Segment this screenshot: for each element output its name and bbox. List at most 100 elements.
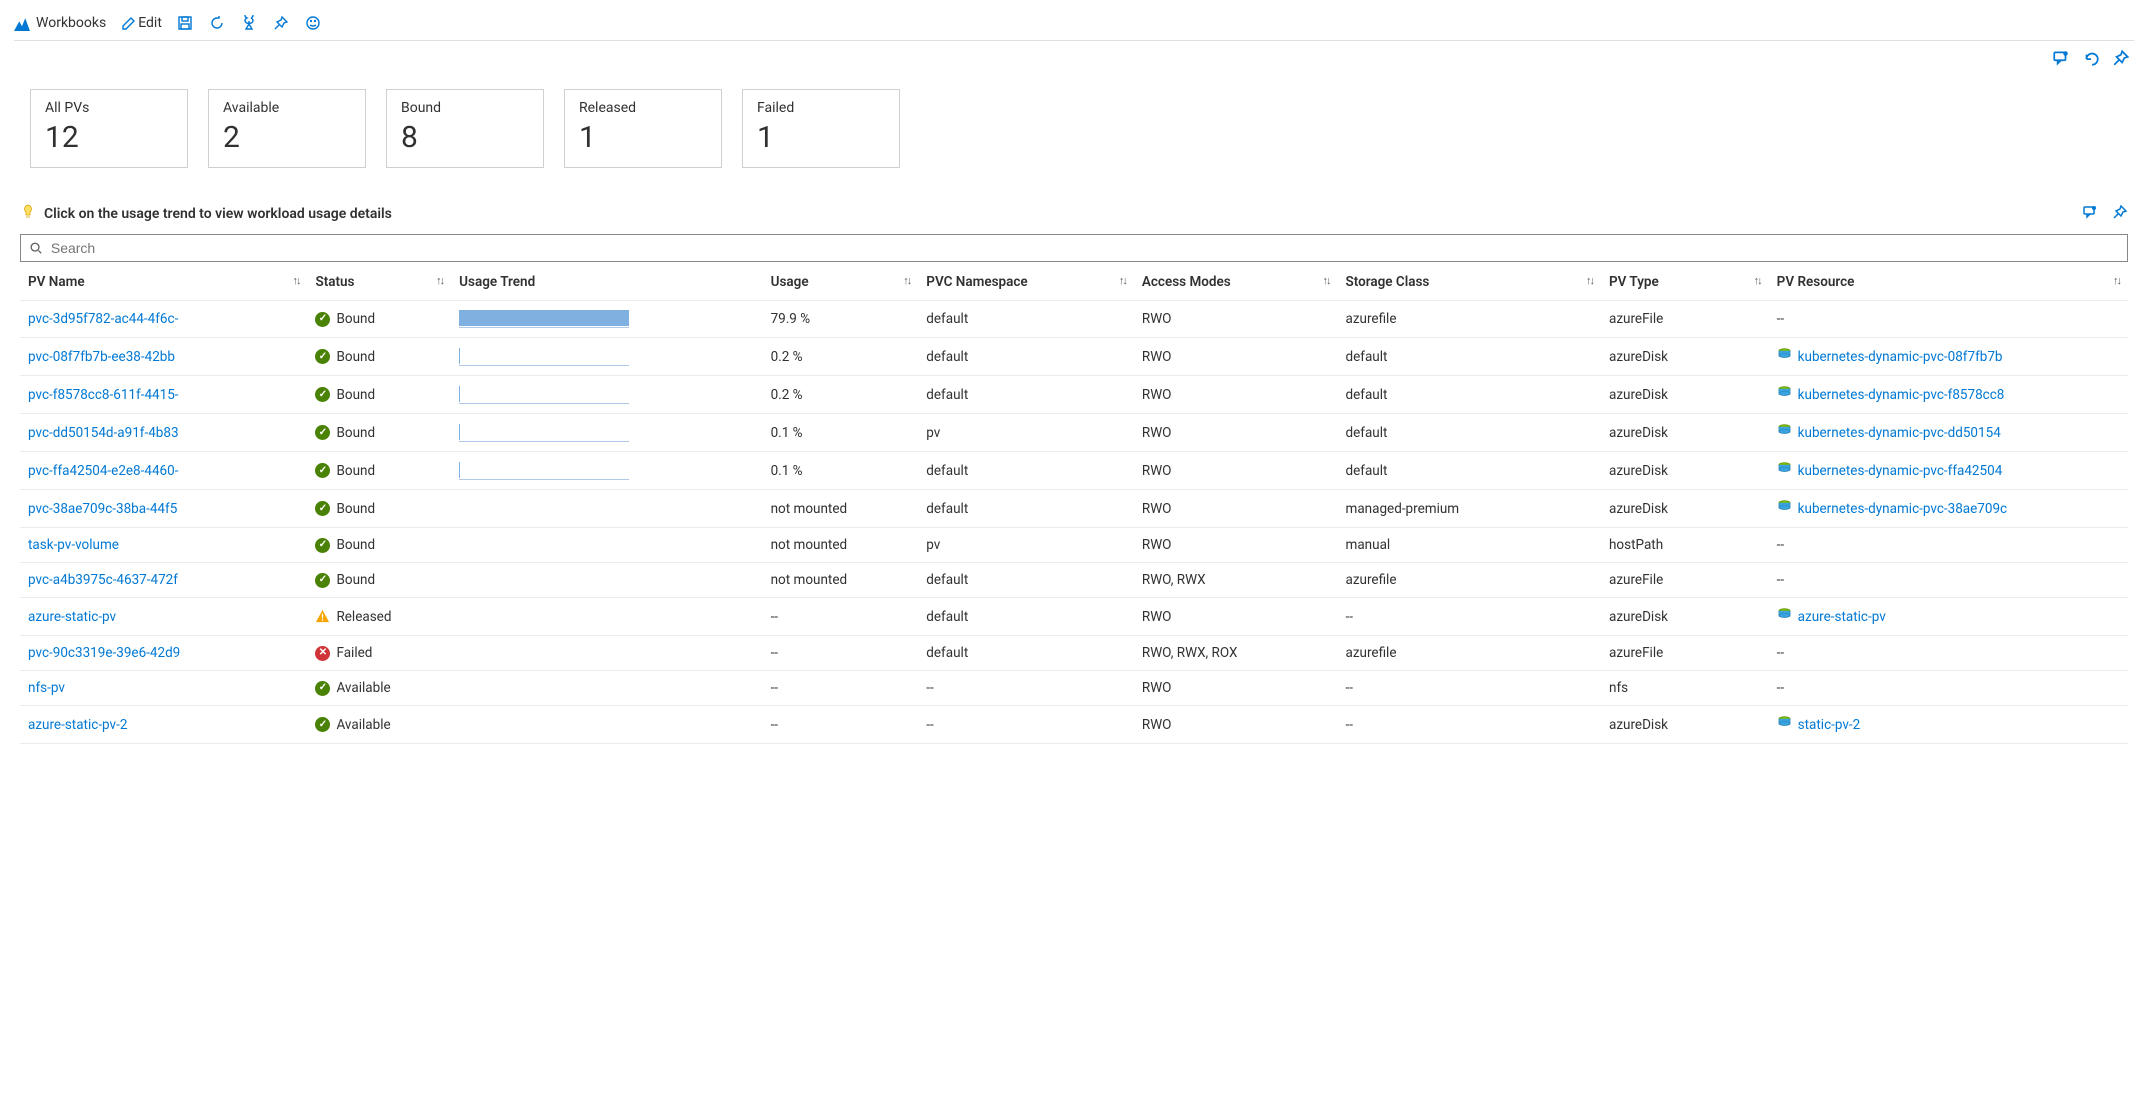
status-text: Bound (336, 501, 375, 517)
status-ok-icon (315, 717, 330, 732)
usage-cell: -- (763, 598, 919, 636)
pin-page-icon[interactable] (2112, 49, 2130, 67)
status-ok-icon (315, 573, 330, 588)
save-icon[interactable] (176, 14, 194, 32)
col-name[interactable]: PV Name↑↓ (20, 262, 307, 301)
status-ok-icon (315, 463, 330, 478)
comment-icon[interactable] (2082, 204, 2098, 224)
summary-card[interactable]: Bound8 (386, 89, 544, 168)
resource-link[interactable]: kubernetes-dynamic-pvc-38ae709c (1777, 499, 2120, 518)
sort-icon[interactable]: ↑↓ (292, 274, 299, 287)
resource-text: static-pv-2 (1798, 717, 1861, 733)
usage-bar[interactable] (459, 386, 629, 404)
storage-class-cell: default (1337, 376, 1601, 414)
resource-text: -- (1777, 311, 1784, 327)
workbooks-link[interactable]: Workbooks (14, 15, 106, 31)
sort-icon[interactable]: ↑↓ (903, 274, 910, 287)
sort-icon[interactable]: ↑↓ (1754, 274, 1761, 287)
usage-bar[interactable] (459, 310, 629, 328)
trend-cell (451, 338, 762, 376)
alert-icon[interactable] (240, 14, 258, 32)
summary-card[interactable]: All PVs12 (30, 89, 188, 168)
pv-name-link[interactable]: pvc-a4b3975c-4637-472f (28, 572, 178, 588)
refresh-icon[interactable] (208, 14, 226, 32)
summary-card[interactable]: Released1 (564, 89, 722, 168)
sort-icon[interactable]: ↑↓ (1119, 274, 1126, 287)
resource-link[interactable]: kubernetes-dynamic-pvc-ffa42504 (1777, 461, 2120, 480)
resource-text: kubernetes-dynamic-pvc-38ae709c (1798, 501, 2007, 517)
pin-icon[interactable] (272, 14, 290, 32)
summary-cards: All PVs12 Available2 Bound8 Released1 Failed… (14, 71, 2134, 196)
lightbulb-icon (20, 204, 36, 224)
pv-type-cell: azureDisk (1601, 338, 1769, 376)
col-status[interactable]: Status↑↓ (307, 262, 451, 301)
sort-icon[interactable]: ↑↓ (1586, 274, 1593, 287)
status-cell: Bound (315, 425, 443, 441)
pv-name-link[interactable]: pvc-08f7fb7b-ee38-42bb (28, 349, 175, 365)
pv-name-link[interactable]: pvc-38ae709c-38ba-44f5 (28, 501, 177, 517)
pv-type-cell: azureDisk (1601, 414, 1769, 452)
col-sc[interactable]: Storage Class↑↓ (1337, 262, 1601, 301)
pv-name-link[interactable]: pvc-dd50154d-a91f-4b83 (28, 425, 179, 441)
pv-type-cell: azureFile (1601, 636, 1769, 671)
edit-button[interactable]: Edit (120, 14, 162, 32)
feedback-icon[interactable] (304, 14, 322, 32)
undo-icon[interactable] (2082, 49, 2100, 67)
hint-row: Click on the usage trend to view workloa… (14, 196, 2134, 234)
table-row: azure-static-pvReleased--defaultRWO--azu… (20, 598, 2128, 636)
resource-link[interactable]: azure-static-pv (1777, 607, 2120, 626)
status-text: Failed (336, 645, 372, 661)
search-input[interactable] (49, 239, 2119, 257)
col-res[interactable]: PV Resource↑↓ (1769, 262, 2128, 301)
card-label: Available (223, 100, 351, 116)
status-fail-icon (315, 646, 330, 661)
status-cell: Bound (315, 311, 443, 327)
pv-type-cell: azureDisk (1601, 598, 1769, 636)
pv-name-link[interactable]: task-pv-volume (28, 537, 119, 553)
storage-class-cell: azurefile (1337, 563, 1601, 598)
trend-cell (451, 563, 762, 598)
trend-cell (451, 490, 762, 528)
usage-bar[interactable] (459, 348, 629, 366)
status-cell: Released (315, 609, 443, 625)
pv-name-link[interactable]: azure-static-pv (28, 609, 116, 625)
resource-link[interactable]: kubernetes-dynamic-pvc-dd50154 (1777, 423, 2120, 442)
trend-cell (451, 671, 762, 706)
search-icon (29, 241, 43, 255)
col-ns[interactable]: PVC Namespace↑↓ (918, 262, 1134, 301)
col-type[interactable]: PV Type↑↓ (1601, 262, 1769, 301)
namespace-cell: default (918, 636, 1134, 671)
card-value: 12 (45, 120, 173, 155)
access-modes-cell: RWO, RWX, ROX (1134, 636, 1338, 671)
sort-icon[interactable]: ↑↓ (2113, 274, 2120, 287)
trend-cell (451, 301, 762, 338)
pv-name-link[interactable]: nfs-pv (28, 680, 65, 696)
resource-link[interactable]: static-pv-2 (1777, 715, 2120, 734)
col-am[interactable]: Access Modes↑↓ (1134, 262, 1338, 301)
comment-icon[interactable] (2052, 49, 2070, 67)
table-row: pvc-38ae709c-38ba-44f5Boundnot mountedde… (20, 490, 2128, 528)
pin-icon[interactable] (2112, 204, 2128, 224)
search-box[interactable] (20, 234, 2128, 262)
disk-icon (1777, 347, 1792, 366)
sort-icon[interactable]: ↑↓ (436, 274, 443, 287)
status-text: Available (336, 680, 390, 696)
usage-bar[interactable] (459, 462, 629, 480)
pv-name-link[interactable]: pvc-ffa42504-e2e8-4460- (28, 463, 178, 479)
status-warn-icon (315, 609, 330, 624)
summary-card[interactable]: Failed1 (742, 89, 900, 168)
namespace-cell: pv (918, 528, 1134, 563)
status-cell: Bound (315, 537, 443, 553)
pv-name-link[interactable]: pvc-3d95f782-ac44-4f6c- (28, 311, 178, 327)
col-usage[interactable]: Usage↑↓ (763, 262, 919, 301)
summary-card[interactable]: Available2 (208, 89, 366, 168)
pv-type-cell: azureDisk (1601, 376, 1769, 414)
usage-bar[interactable] (459, 424, 629, 442)
resource-link[interactable]: kubernetes-dynamic-pvc-f8578cc8 (1777, 385, 2120, 404)
pv-name-link[interactable]: pvc-90c3319e-39e6-42d9 (28, 645, 180, 661)
pv-name-link[interactable]: azure-static-pv-2 (28, 717, 127, 733)
col-trend[interactable]: Usage Trend (451, 262, 762, 301)
pv-name-link[interactable]: pvc-f8578cc8-611f-4415- (28, 387, 179, 403)
resource-link[interactable]: kubernetes-dynamic-pvc-08f7fb7b (1777, 347, 2120, 366)
sort-icon[interactable]: ↑↓ (1322, 274, 1329, 287)
